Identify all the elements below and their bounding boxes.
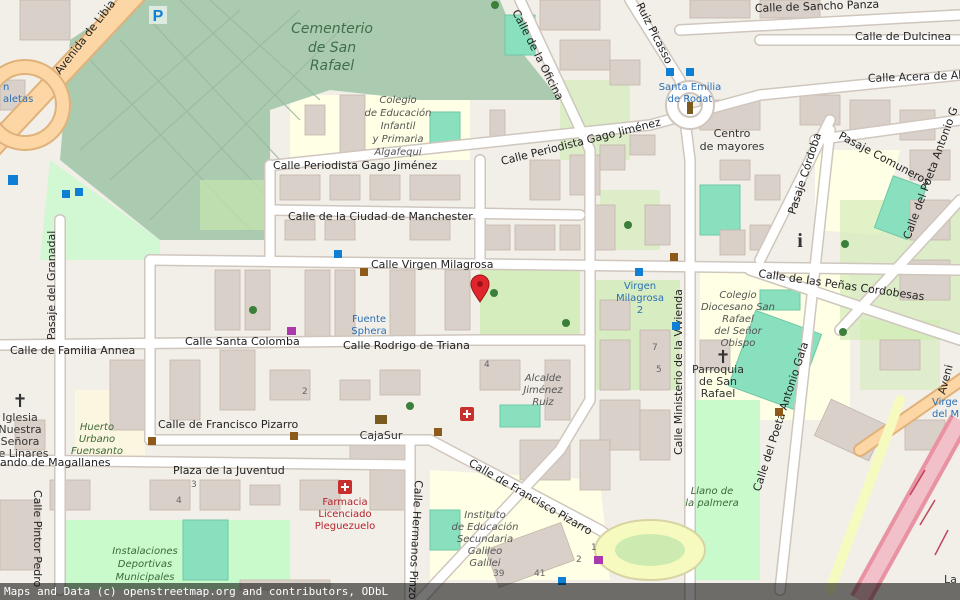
label-farmacia-2: Licenciado xyxy=(318,509,371,520)
label-colegio-4: y Primaria xyxy=(372,134,424,145)
label-colegio-5: Algafequi xyxy=(373,147,421,158)
label-virgen-milagrosa: Calle Virgen Milagrosa xyxy=(371,258,494,271)
memorial-icon[interactable] xyxy=(687,102,693,114)
map-attribution[interactable]: Maps and Data (c) openstreetmap.org and … xyxy=(0,583,960,600)
house-number: 4 xyxy=(176,496,182,506)
label-instituto-1: Instituto xyxy=(464,510,506,521)
house-number: 1 xyxy=(591,543,597,553)
label-diocesano-4: del Señor xyxy=(714,326,762,337)
map-canvas[interactable]: Avenida de Libia Calle de la Oficina Rui… xyxy=(0,0,960,600)
label-diocesano-3: Rafael xyxy=(722,314,754,325)
label-diocesano-1: Colegio xyxy=(719,290,756,301)
svg-text:i: i xyxy=(797,230,803,252)
label-fuente-2: Sphera xyxy=(351,326,386,337)
label-diocesano-2: Diocesano San xyxy=(701,302,775,313)
info-icon[interactable]: i xyxy=(797,230,803,252)
svg-text:P: P xyxy=(153,8,164,25)
label-periodista-2: Calle Periodista Gago Jiménez xyxy=(273,159,437,172)
svg-text:✝: ✝ xyxy=(715,347,730,368)
label-plaza-juventud: Plaza de la Juventud xyxy=(173,464,285,477)
label-instalaciones-1: Instalaciones xyxy=(112,546,178,557)
label-rodrigo-triana: Calle Rodrigo de Triana xyxy=(343,339,470,352)
label-alcalde-2: Jiménez xyxy=(521,384,563,396)
label-iglesia-4: de Linares xyxy=(0,447,49,460)
label-huerto-2: Urbano xyxy=(79,434,115,445)
label-colegio-3: Infantil xyxy=(381,121,416,132)
label-instituto-2: de Educación xyxy=(451,521,518,533)
house-number: 2 xyxy=(302,387,308,397)
house-number: 3 xyxy=(191,480,197,490)
label-instalaciones-3: Municipales xyxy=(116,572,175,583)
label-caletas-2: aletas xyxy=(3,94,33,105)
label-manchester: Calle de la Ciudad de Manchester xyxy=(288,210,473,223)
label-ministerio-vivienda: Calle Ministerio de la Vivienda xyxy=(672,289,685,455)
house-number: 7 xyxy=(652,343,658,353)
label-parroquia-3: Rafael xyxy=(701,387,736,400)
label-cementerio-1: Cementerio xyxy=(291,21,373,37)
doctor-icon[interactable] xyxy=(460,407,474,421)
house-number: 5 xyxy=(656,365,662,375)
label-cementerio-2: de San xyxy=(308,40,356,56)
label-virgen-3: 2 xyxy=(637,305,643,316)
house-number: 39 xyxy=(493,569,505,579)
house-number: 2 xyxy=(576,555,582,565)
label-llano-2: la palmera xyxy=(685,498,738,509)
house-number: 41 xyxy=(534,569,545,579)
label-centro-1: Centro xyxy=(714,127,751,140)
label-cementerio-3: Rafael xyxy=(310,58,354,74)
label-pintor-pedro: Calle Pintor Pedro xyxy=(31,490,44,588)
label-colegio-1: Colegio xyxy=(379,95,416,106)
church-icon-west: ✝ xyxy=(12,391,27,412)
label-huerto-3: Fuensanto xyxy=(71,446,123,457)
bank-icon xyxy=(375,415,387,424)
label-alcalde-1: Alcalde xyxy=(524,373,562,384)
label-familia-annea: Calle de Familia Annea xyxy=(10,344,135,357)
label-instalaciones-2: Deportivas xyxy=(118,559,172,570)
label-instituto-5: Galilei xyxy=(469,558,500,569)
label-caletas-1: n xyxy=(3,82,9,93)
label-pasaje-granadal: Pasaje del Granadal xyxy=(45,231,58,340)
label-farmacia-1: Farmacia xyxy=(322,497,367,508)
house-number: 4 xyxy=(484,360,490,370)
label-virgen-2: Milagrosa xyxy=(616,293,664,304)
parking-icon[interactable]: P xyxy=(149,6,167,25)
label-llano-1: Llano de xyxy=(691,486,734,497)
label-virgen-right-1: Virge xyxy=(932,397,958,408)
label-huerto-1: Huerto xyxy=(80,422,114,433)
label-farmacia-3: Pleguezuelo xyxy=(315,521,375,532)
roundabout-south xyxy=(594,519,706,581)
label-santa-colomba: Calle Santa Colomba xyxy=(185,335,300,348)
pharmacy-icon[interactable] xyxy=(338,480,352,494)
label-alcalde-3: Ruiz xyxy=(532,397,554,408)
label-fuente-1: Fuente xyxy=(352,314,386,325)
label-colegio-2: de Educación xyxy=(364,107,431,119)
label-centro-2: de mayores xyxy=(700,140,765,153)
label-virgen-1: Virgen xyxy=(624,281,656,292)
label-francisco-pizarro-1: Calle de Francisco Pizarro xyxy=(158,418,298,431)
label-cajasur: CajaSur xyxy=(360,429,403,442)
label-instituto-4: Galileo xyxy=(468,546,502,557)
label-santa-emilia-1: Santa Emilia xyxy=(659,82,722,93)
label-dulcinea: Calle de Dulcinea xyxy=(855,30,951,43)
label-virgen-right-2: del M xyxy=(932,409,959,420)
label-instituto-3: Secundaria xyxy=(457,534,513,545)
